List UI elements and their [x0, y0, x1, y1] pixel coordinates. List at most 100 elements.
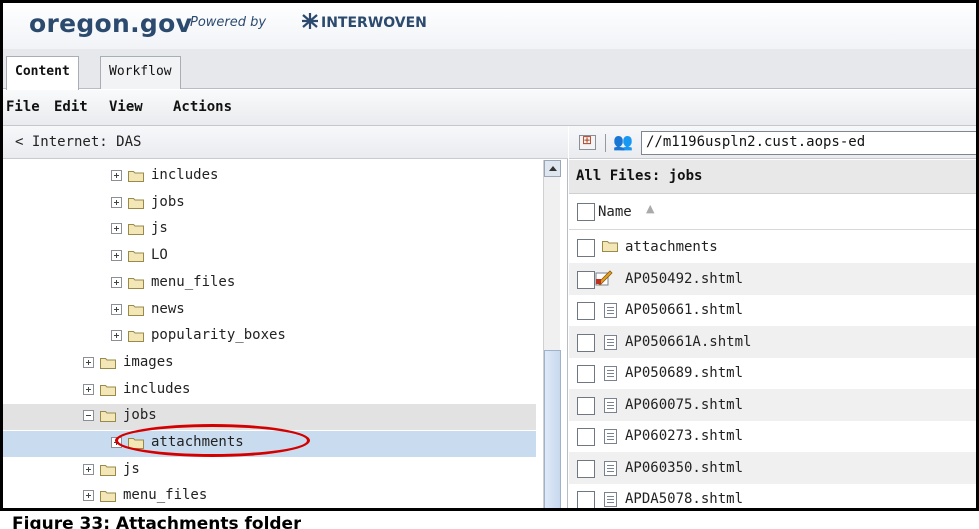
tree-item[interactable]: includes	[3, 378, 536, 404]
file-name-link[interactable]: attachments	[625, 239, 718, 255]
tree-item[interactable]: js	[3, 217, 536, 243]
name-column-header[interactable]: Name	[598, 204, 632, 220]
folder-tree: includes jobs js LO menu_files news popularity…	[3, 160, 543, 508]
breadcrumb-link[interactable]: < Internet: DAS	[15, 134, 141, 150]
users-icon[interactable]: 👥	[613, 132, 633, 151]
tab-content[interactable]: Content	[6, 56, 79, 90]
tree-item-label: images	[123, 353, 174, 370]
tree-item-label: includes	[123, 380, 191, 397]
tree-item-label: LO	[151, 247, 168, 264]
sort-ascending-icon: ▲	[646, 202, 655, 215]
new-window-icon[interactable]	[579, 133, 596, 150]
file-name-link[interactable]: AP060273.shtml	[625, 428, 743, 444]
file-name-link[interactable]: AP060350.shtml	[625, 460, 743, 476]
tree-item[interactable]: menu_files	[3, 484, 536, 508]
row-checkbox[interactable]	[577, 428, 595, 446]
folder-icon	[100, 411, 116, 423]
file-list-title-bar: All Files: jobs	[569, 160, 976, 194]
folder-icon	[100, 464, 116, 476]
tree-item-label: popularity_boxes	[151, 327, 286, 344]
expand-plus-icon[interactable]	[83, 490, 94, 502]
expand-plus-icon[interactable]	[83, 356, 94, 368]
tree-scrollbar[interactable]	[543, 160, 561, 508]
folder-icon	[128, 197, 144, 209]
tree-item[interactable]: includes	[3, 164, 536, 190]
tree-item-label: includes	[151, 167, 219, 183]
edited-file-icon	[595, 269, 613, 286]
file-name-link[interactable]: AP060075.shtml	[625, 397, 743, 413]
menu-actions[interactable]: Actions	[173, 99, 232, 115]
row-checkbox[interactable]	[577, 491, 595, 508]
file-name-link[interactable]: AP050492.shtml	[625, 271, 743, 287]
row-checkbox[interactable]	[577, 459, 595, 478]
breadcrumb: < Internet: DAS	[3, 126, 568, 159]
tree-item[interactable]: news	[3, 298, 536, 324]
tree-item[interactable]: attachments	[3, 431, 536, 457]
tree-item[interactable]: LO	[3, 244, 536, 270]
file-toolbar: 👥 //m1196uspln2.cust.aops-ed	[569, 126, 976, 159]
file-name-link[interactable]: APDA5078.shtml	[625, 491, 743, 507]
brand-header: oregon.gov Powered by INTERWOVEN	[3, 3, 976, 49]
file-name-link[interactable]: AP050661.shtml	[625, 302, 743, 318]
row-checkbox[interactable]	[577, 239, 595, 257]
row-checkbox[interactable]	[577, 396, 595, 415]
file-name-link[interactable]: AP050661A.shtml	[625, 334, 751, 350]
tree-item-label: news	[151, 300, 185, 317]
tab-workflow[interactable]: Workflow	[100, 56, 181, 89]
file-row[interactable]: AP050661A.shtml	[569, 325, 976, 358]
file-row[interactable]: AP050661.shtml	[569, 294, 976, 326]
folder-icon	[128, 251, 144, 263]
tree-item[interactable]: menu_files	[3, 271, 536, 297]
tree-item[interactable]: jobs	[3, 404, 536, 431]
expand-plus-icon[interactable]	[111, 196, 122, 208]
path-field[interactable]: //m1196uspln2.cust.aops-ed	[641, 131, 976, 155]
folder-icon	[128, 304, 144, 316]
expand-plus-icon[interactable]	[111, 223, 122, 235]
menu-view[interactable]: View	[109, 99, 143, 115]
tree-item[interactable]: popularity_boxes	[3, 324, 536, 350]
row-checkbox[interactable]	[577, 270, 595, 289]
menu-bar: File Edit View Actions	[3, 90, 976, 126]
tree-item-label: jobs	[151, 193, 185, 210]
file-row[interactable]: AP060273.shtml	[569, 420, 976, 452]
document-icon	[604, 429, 617, 444]
tree-item[interactable]: images	[3, 351, 536, 377]
expand-plus-icon[interactable]	[111, 330, 122, 342]
expand-plus-icon[interactable]	[83, 383, 94, 395]
row-checkbox[interactable]	[577, 333, 595, 352]
expand-plus-icon[interactable]	[111, 170, 122, 181]
tree-item[interactable]: jobs	[3, 191, 536, 217]
expand-plus-icon[interactable]	[111, 250, 122, 262]
folder-icon	[100, 384, 116, 396]
expand-plus-icon[interactable]	[111, 276, 122, 288]
tree-item-label: js	[123, 460, 140, 477]
scrollbar-thumb[interactable]	[544, 350, 561, 508]
file-row[interactable]: APDA5078.shtml	[569, 483, 976, 508]
expand-plus-icon[interactable]	[111, 303, 122, 315]
folder-icon	[128, 331, 144, 343]
menu-file[interactable]: File	[6, 99, 40, 115]
expand-plus-icon[interactable]	[111, 437, 122, 448]
document-icon	[604, 460, 617, 476]
menu-edit[interactable]: Edit	[54, 99, 88, 115]
file-row[interactable]: AP060350.shtml	[569, 451, 976, 484]
file-row[interactable]: attachments	[569, 231, 976, 263]
file-name-link[interactable]: AP050689.shtml	[625, 365, 743, 381]
expand-plus-icon[interactable]	[83, 463, 94, 475]
file-row[interactable]: AP050492.shtml	[569, 262, 976, 295]
scroll-up-arrow-icon[interactable]	[544, 160, 561, 177]
interwoven-logo-text: INTERWOVEN	[321, 15, 427, 31]
file-row[interactable]: AP050689.shtml	[569, 357, 976, 389]
select-all-checkbox[interactable]	[577, 203, 595, 221]
toolbar-divider	[605, 134, 606, 152]
folder-icon	[128, 277, 144, 289]
collapse-minus-icon[interactable]	[83, 410, 94, 422]
tree-item[interactable]: js	[3, 458, 536, 484]
document-icon	[604, 492, 617, 507]
row-checkbox[interactable]	[577, 365, 595, 383]
file-list-title: All Files: jobs	[576, 168, 703, 184]
row-checkbox[interactable]	[577, 302, 595, 320]
file-row[interactable]: AP060075.shtml	[569, 388, 976, 421]
document-icon	[604, 334, 617, 350]
tree-item-label: menu_files	[151, 273, 236, 290]
